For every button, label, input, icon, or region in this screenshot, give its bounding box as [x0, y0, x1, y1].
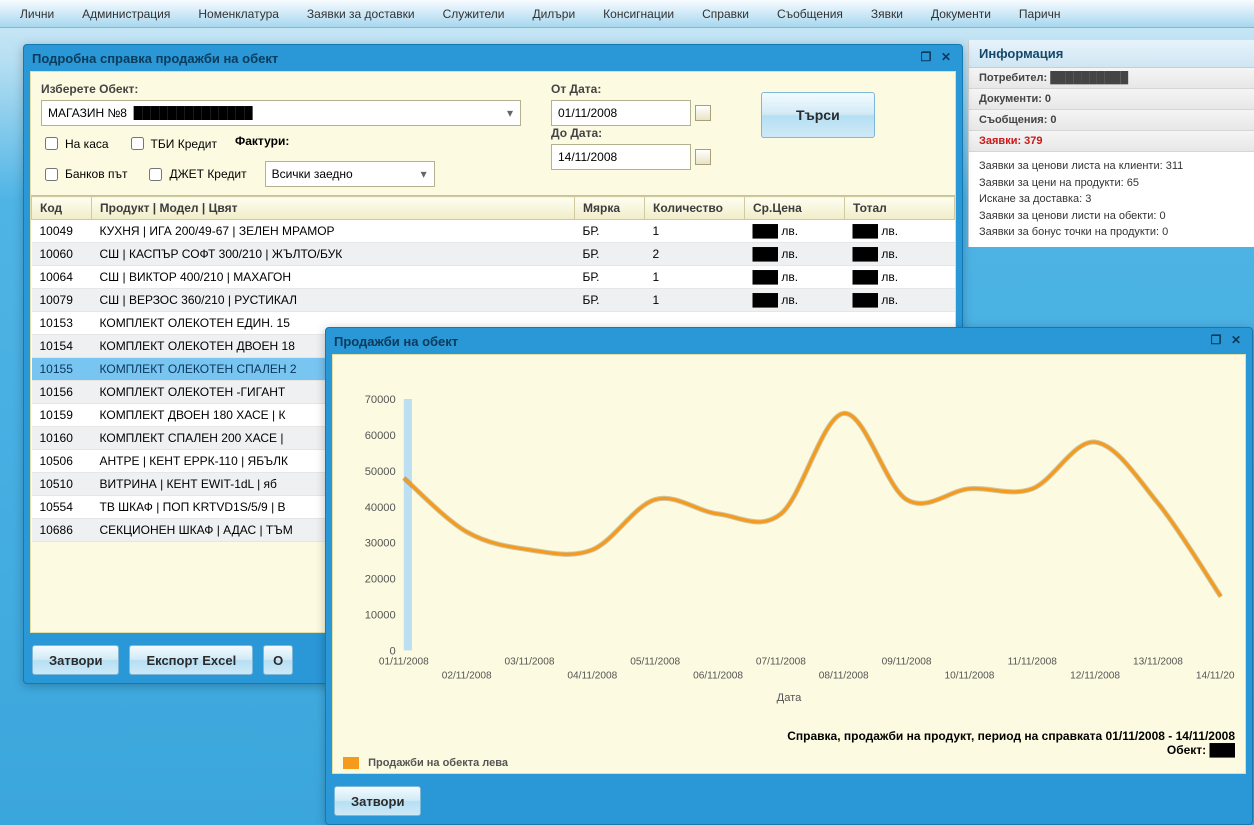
- checkbox-tbi[interactable]: ТБИ Кредит: [127, 134, 217, 153]
- info-line: Заявки за цени на продукти: 65: [979, 175, 1244, 192]
- svg-text:07/11/2008: 07/11/2008: [756, 657, 806, 668]
- svg-text:60000: 60000: [365, 430, 396, 442]
- col-code[interactable]: Код: [32, 197, 92, 220]
- info-row: Съобщения: 0: [969, 110, 1254, 131]
- menu-item[interactable]: Администрация: [68, 0, 184, 27]
- close-button[interactable]: Затвори: [32, 645, 119, 675]
- svg-text:20000: 20000: [365, 574, 396, 586]
- sales-chart: 01000020000300004000050000600007000001/1…: [343, 361, 1235, 729]
- table-row[interactable]: 10064СШ | ВИКТОР 400/210 | МАХАГОНБР.1██…: [32, 266, 955, 289]
- menu-item[interactable]: Служители: [429, 0, 519, 27]
- label-invoices: Фактури:: [235, 134, 289, 153]
- svg-text:03/11/2008: 03/11/2008: [505, 657, 555, 668]
- col-total[interactable]: Тотал: [845, 197, 955, 220]
- svg-text:06/11/2008: 06/11/2008: [693, 671, 743, 682]
- svg-text:50000: 50000: [365, 466, 396, 478]
- legend-label: Продажби на обекта лева: [368, 757, 508, 769]
- info-line: Заявки за ценови листи на обекти: 0: [979, 208, 1244, 225]
- info-row: Заявки: 379: [969, 131, 1254, 152]
- from-date-input[interactable]: [551, 100, 691, 126]
- menu-item[interactable]: Номенклатура: [184, 0, 293, 27]
- svg-text:04/11/2008: 04/11/2008: [567, 671, 617, 682]
- o-button[interactable]: О: [263, 645, 293, 675]
- menu-item[interactable]: Дилъри: [518, 0, 589, 27]
- invoices-select[interactable]: [265, 161, 435, 187]
- restore-icon[interactable]: [1208, 333, 1224, 349]
- restore-icon[interactable]: [918, 50, 934, 66]
- info-row: Потребител: ██████████: [969, 68, 1254, 89]
- label-to-date: До Дата:: [551, 126, 731, 140]
- export-excel-button[interactable]: Експорт Excel: [129, 645, 253, 675]
- info-title: Информация: [969, 40, 1254, 68]
- window-titlebar[interactable]: Подробна справка продажби на обект: [24, 45, 962, 71]
- legend-color-icon: [343, 757, 359, 769]
- menu-item[interactable]: Документи: [917, 0, 1005, 27]
- menu-item[interactable]: Съобщения: [763, 0, 857, 27]
- col-unit[interactable]: Мярка: [575, 197, 645, 220]
- svg-text:Дата: Дата: [777, 692, 802, 704]
- svg-text:10/11/2008: 10/11/2008: [944, 671, 994, 682]
- chart-object-label: Обект: ███: [1167, 743, 1235, 757]
- svg-text:10000: 10000: [365, 610, 396, 622]
- info-panel: Информация Потребител: ██████████Докумен…: [968, 40, 1254, 247]
- info-line: Искане за доставка: 3: [979, 191, 1244, 208]
- svg-text:70000: 70000: [365, 394, 396, 406]
- checkbox-bank[interactable]: Банков път: [41, 161, 127, 187]
- search-button[interactable]: Търси: [761, 92, 875, 138]
- chart-caption: Справка, продажби на продукт, период на …: [343, 729, 1235, 743]
- menu-item[interactable]: Заявки за доставки: [293, 0, 429, 27]
- calendar-icon[interactable]: [695, 149, 711, 165]
- col-price[interactable]: Ср.Цена: [745, 197, 845, 220]
- menubar: ЛичниАдминистрацияНоменклатураЗаявки за …: [0, 0, 1254, 28]
- close-button[interactable]: Затвори: [334, 786, 421, 816]
- svg-text:05/11/2008: 05/11/2008: [630, 657, 680, 668]
- menu-item[interactable]: Паричн: [1005, 0, 1075, 27]
- menu-item[interactable]: Справки: [688, 0, 763, 27]
- close-icon[interactable]: [938, 50, 954, 66]
- window-titlebar[interactable]: Продажби на обект: [326, 328, 1252, 354]
- menu-item[interactable]: Консигнации: [589, 0, 688, 27]
- svg-text:14/11/2008: 14/11/2008: [1196, 671, 1235, 682]
- table-row[interactable]: 10060СШ | КАСПЪР СОФТ 300/210 | ЖЪЛТО/БУ…: [32, 243, 955, 266]
- svg-text:30000: 30000: [365, 538, 396, 550]
- window-title: Подробна справка продажби на обект: [32, 51, 278, 66]
- table-row[interactable]: 10079СШ | ВЕРЗОС 360/210 | РУСТИКАЛБР.1█…: [32, 289, 955, 312]
- label-from-date: От Дата:: [551, 82, 731, 96]
- window-sales-chart: Продажби на обект 0100002000030000400005…: [325, 327, 1253, 825]
- menu-item[interactable]: Лични: [6, 0, 68, 27]
- close-icon[interactable]: [1228, 333, 1244, 349]
- svg-text:02/11/2008: 02/11/2008: [442, 671, 492, 682]
- menu-item[interactable]: Зявки: [857, 0, 917, 27]
- svg-text:12/11/2008: 12/11/2008: [1070, 671, 1120, 682]
- checkbox-jet[interactable]: ДЖЕТ Кредит: [145, 161, 246, 187]
- svg-text:09/11/2008: 09/11/2008: [882, 657, 932, 668]
- svg-text:08/11/2008: 08/11/2008: [819, 671, 869, 682]
- window-title: Продажби на обект: [334, 334, 458, 349]
- svg-text:11/11/2008: 11/11/2008: [1008, 657, 1058, 668]
- svg-text:40000: 40000: [365, 502, 396, 514]
- calendar-icon[interactable]: [695, 105, 711, 121]
- col-qty[interactable]: Количество: [645, 197, 745, 220]
- info-line: Заявки за ценови листа на клиенти: 311: [979, 158, 1244, 175]
- label-select-object: Изберете Обект:: [41, 82, 521, 96]
- checkbox-cash[interactable]: На каса: [41, 134, 109, 153]
- object-select[interactable]: [41, 100, 521, 126]
- info-row: Документи: 0: [969, 89, 1254, 110]
- table-row[interactable]: 10049КУХНЯ | ИГА 200/49-67 | ЗЕЛЕН МРАМО…: [32, 220, 955, 243]
- info-line: Заявки за бонус точки на продукти: 0: [979, 224, 1244, 241]
- info-body: Заявки за ценови листа на клиенти: 311За…: [969, 152, 1254, 247]
- svg-text:13/11/2008: 13/11/2008: [1133, 657, 1183, 668]
- col-product[interactable]: Продукт | Модел | Цвят: [92, 197, 575, 220]
- svg-text:01/11/2008: 01/11/2008: [379, 657, 429, 668]
- to-date-input[interactable]: [551, 144, 691, 170]
